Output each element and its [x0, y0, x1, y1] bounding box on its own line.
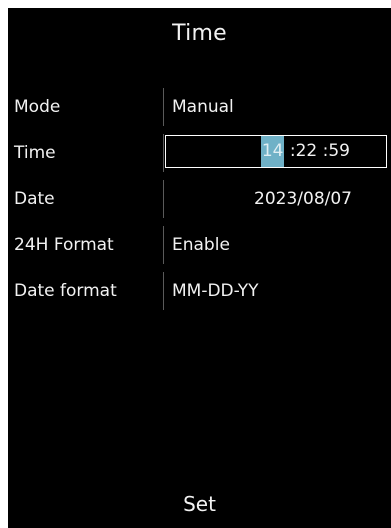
mode-value[interactable]: Manual [172, 84, 234, 130]
format-24h-value[interactable]: Enable [172, 222, 230, 268]
date-format-value[interactable]: MM-DD-YY [172, 268, 259, 314]
column-divider [163, 180, 164, 218]
hour-field[interactable]: 14 [260, 136, 285, 167]
settings-list: Mode Manual Time 14 :22 :59 Date 2023/08… [8, 84, 391, 314]
time-field[interactable]: 14 :22 :59 [165, 135, 387, 168]
time-label: Time [14, 143, 56, 163]
format-24h-row[interactable]: 24H Format Enable [8, 222, 391, 268]
date-row[interactable]: Date 2023/08/07 [8, 176, 391, 222]
time-settings-screen: Time Mode Manual Time 14 :22 :59 Date 20… [8, 8, 391, 528]
mode-row[interactable]: Mode Manual [8, 84, 391, 130]
column-divider [163, 226, 164, 264]
date-label: Date [14, 189, 55, 209]
set-button[interactable]: Set [8, 490, 391, 518]
column-divider [163, 134, 164, 172]
date-value[interactable]: 2023/08/07 [254, 176, 352, 222]
format-24h-label: 24H Format [14, 235, 114, 255]
mode-label: Mode [14, 97, 61, 117]
page-title: Time [172, 21, 227, 46]
second-field[interactable]: :59 [323, 136, 350, 167]
time-row[interactable]: Time 14 :22 :59 [8, 130, 391, 176]
date-format-label: Date format [14, 281, 117, 301]
column-divider [163, 88, 164, 126]
column-divider [163, 272, 164, 310]
date-format-row[interactable]: Date format MM-DD-YY [8, 268, 391, 314]
minute-field[interactable]: :22 [290, 136, 317, 167]
